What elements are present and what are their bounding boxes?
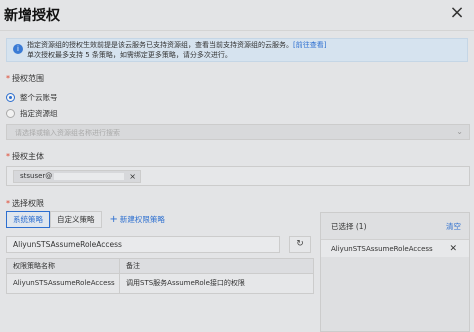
policy-tabs: 系统策略 自定义策略 + 新建权限策略: [6, 211, 165, 228]
resource-group-select: 请选择或输入资源组名称进行搜索 ⌄: [6, 124, 470, 140]
select-placeholder: 请选择或输入资源组名称进行搜索: [15, 129, 120, 137]
selected-header: 已选择 (1) 清空: [321, 213, 469, 232]
column-header-name: 权限策略名称: [7, 259, 120, 273]
notice-line1: 指定资源组的授权生效前提是该云服务已支持资源组，查看当前支持资源组的云服务。: [27, 41, 293, 49]
scope-label-text: 授权范围: [12, 74, 44, 83]
selected-panel: 已选择 (1) 清空 AliyunSTSAssumeRoleAccess ✕: [320, 212, 470, 332]
clear-button[interactable]: 清空: [446, 221, 461, 232]
new-policy-link[interactable]: + 新建权限策略: [110, 214, 165, 225]
radio-whole-account[interactable]: 整个云账号: [6, 92, 58, 103]
tab-system-policy[interactable]: 系统策略: [6, 211, 50, 228]
notice-link[interactable]: [前往查看]: [293, 41, 326, 49]
scope-label: * 授权范围: [6, 74, 44, 83]
policy-remark-cell: 调用STS服务AssumeRole接口的权限: [126, 279, 245, 287]
selected-item: AliyunSTSAssumeRoleAccess ✕: [321, 239, 469, 257]
radio-checked-icon[interactable]: [6, 93, 15, 102]
selected-count: 已选择 (1): [331, 222, 367, 231]
permissions-label-text: 选择权限: [12, 199, 44, 208]
policy-search-input[interactable]: AliyunSTSAssumeRoleAccess: [6, 236, 280, 253]
radio-label: 整个云账号: [20, 93, 58, 102]
new-policy-label: 新建权限策略: [119, 215, 165, 224]
tab-custom-policy[interactable]: 自定义策略: [50, 211, 102, 228]
policy-table: 权限策略名称 备注 AliyunSTSAssumeRoleAccess 调用ST…: [6, 258, 314, 294]
radio-unchecked-icon[interactable]: [6, 109, 15, 118]
close-icon[interactable]: ×: [446, 2, 468, 24]
chevron-down-icon: ⌄: [456, 127, 463, 136]
radio-label: 指定资源组: [20, 109, 58, 118]
selected-item-label: AliyunSTSAssumeRoleAccess: [331, 245, 433, 253]
redacted-area: [54, 172, 125, 180]
remove-tag-icon[interactable]: ×: [129, 171, 136, 182]
plus-icon: +: [109, 214, 118, 225]
permissions-label: * 选择权限: [6, 199, 44, 208]
remove-selected-icon[interactable]: ✕: [449, 240, 457, 258]
info-icon: i: [13, 44, 23, 54]
policy-name-cell: AliyunSTSAssumeRoleAccess: [7, 274, 120, 293]
principal-input[interactable]: stsuser@ ×: [6, 166, 470, 186]
notice-line2: 单次授权最多支持 5 条策略，如需绑定更多策略，请分多次进行。: [27, 51, 232, 59]
refresh-icon[interactable]: ↻: [289, 236, 311, 253]
notice-banner: i 指定资源组的授权生效前提是该云服务已支持资源组，查看当前支持资源组的云服务。…: [6, 38, 468, 62]
principal-tag-text: stsuser@: [20, 172, 53, 180]
table-header: 权限策略名称 备注: [6, 258, 314, 274]
principal-label: * 授权主体: [6, 152, 44, 161]
column-header-remark: 备注: [126, 262, 140, 270]
dialog-title: 新增授权: [4, 8, 60, 24]
table-row[interactable]: AliyunSTSAssumeRoleAccess 调用STS服务AssumeR…: [6, 274, 314, 294]
principal-tag: stsuser@ ×: [13, 170, 141, 183]
header-divider: [0, 30, 474, 31]
radio-resource-group[interactable]: 指定资源组: [6, 108, 58, 119]
principal-label-text: 授权主体: [12, 152, 44, 161]
